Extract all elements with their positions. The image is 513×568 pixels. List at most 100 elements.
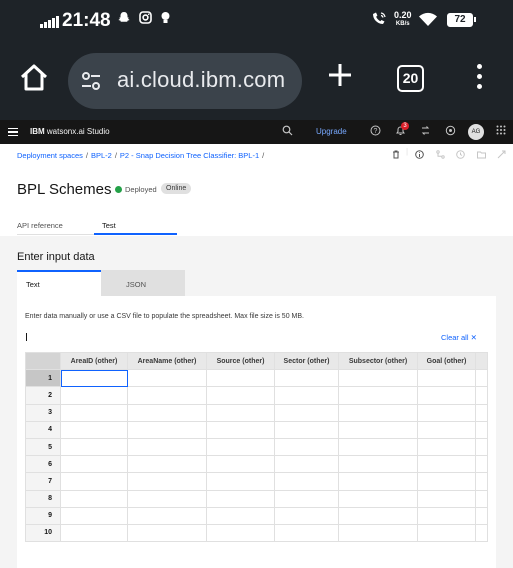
grid-cell[interactable] (338, 369, 418, 388)
grid-cell[interactable] (417, 403, 476, 422)
breadcrumb-space[interactable]: BPL-2 (91, 151, 112, 160)
grid-cell[interactable] (274, 369, 339, 388)
grid-cell[interactable] (338, 489, 418, 508)
grid-cell[interactable] (338, 386, 418, 405)
grid-cell[interactable] (60, 489, 128, 508)
grid-cell[interactable] (417, 420, 476, 439)
grid-cell[interactable] (206, 506, 275, 525)
column-header[interactable]: AreaID (other) (60, 351, 128, 371)
grid-cell[interactable] (475, 455, 488, 474)
grid-cell[interactable] (475, 472, 488, 491)
grid-cell[interactable] (127, 437, 207, 457)
row-number[interactable]: 10 (25, 523, 61, 543)
row-number[interactable]: 8 (25, 489, 61, 508)
row-number[interactable]: 7 (25, 472, 61, 491)
grid-cell[interactable] (274, 506, 339, 525)
user-avatar[interactable]: AG (468, 124, 484, 140)
grid-corner[interactable] (25, 351, 61, 371)
grid-cell[interactable] (417, 455, 476, 474)
column-header[interactable]: Sector (other) (274, 351, 339, 371)
column-header[interactable]: Subsector (other) (338, 351, 418, 371)
grid-cell[interactable] (475, 489, 488, 508)
grid-cell[interactable] (417, 523, 476, 543)
grid-cell[interactable] (127, 455, 207, 474)
grid-cell[interactable] (60, 506, 128, 525)
grid-cell[interactable] (338, 403, 418, 422)
row-number[interactable]: 6 (25, 455, 61, 474)
grid-cell[interactable] (338, 523, 418, 543)
grid-cell[interactable] (417, 437, 476, 457)
grid-cell[interactable] (475, 506, 488, 525)
grid-cell[interactable] (417, 386, 476, 405)
grid-cell[interactable] (417, 506, 476, 525)
tab-switcher-button[interactable]: 20 (397, 65, 424, 92)
row-number[interactable]: 1 (25, 369, 61, 388)
app-switcher-icon[interactable] (496, 125, 506, 138)
breadcrumb-deployment-spaces[interactable]: Deployment spaces (17, 151, 83, 160)
column-header[interactable]: Source (other) (206, 351, 275, 371)
column-header[interactable]: Goal (other) (417, 351, 476, 371)
delete-icon[interactable] (392, 150, 400, 161)
search-icon[interactable] (282, 125, 293, 139)
grid-cell[interactable] (274, 455, 339, 474)
grid-cell[interactable] (338, 420, 418, 439)
grid-cell[interactable] (475, 386, 488, 405)
grid-cell[interactable] (475, 437, 488, 457)
address-bar[interactable]: ai.cloud.ibm.com (68, 53, 302, 109)
grid-cell[interactable] (274, 523, 339, 543)
home-button[interactable] (18, 62, 52, 96)
row-number[interactable]: 3 (25, 403, 61, 422)
grid-cell[interactable] (338, 506, 418, 525)
new-tab-button[interactable] (327, 62, 353, 92)
grid-cell[interactable] (60, 403, 128, 422)
grid-cell[interactable] (417, 489, 476, 508)
grid-cell[interactable] (206, 472, 275, 491)
grid-cell[interactable] (338, 455, 418, 474)
grid-cell[interactable] (417, 472, 476, 491)
grid-cell[interactable] (274, 437, 339, 457)
grid-cell[interactable] (274, 403, 339, 422)
row-number[interactable]: 5 (25, 437, 61, 457)
grid-cell[interactable] (206, 386, 275, 405)
grid-cell[interactable] (127, 420, 207, 439)
grid-cell[interactable] (475, 369, 488, 388)
grid-cell[interactable] (274, 489, 339, 508)
column-header[interactable]: AreaName (other) (127, 351, 207, 371)
integrations-icon[interactable] (445, 125, 456, 139)
grid-cell[interactable] (60, 472, 128, 491)
grid-cell[interactable] (206, 437, 275, 457)
grid-cell[interactable] (206, 420, 275, 439)
clear-all-button[interactable]: Clear all ✕ (441, 333, 477, 342)
row-number[interactable]: 4 (25, 420, 61, 439)
info-icon[interactable] (415, 150, 424, 161)
grid-cell[interactable] (475, 420, 488, 439)
grid-cell[interactable] (475, 523, 488, 543)
tab-json[interactable]: JSON (101, 270, 185, 296)
grid-cell[interactable] (127, 489, 207, 508)
menu-icon[interactable] (8, 128, 18, 136)
app-brand[interactable]: IBM watsonx.ai Studio (30, 127, 110, 136)
row-number[interactable]: 9 (25, 506, 61, 525)
grid-cell[interactable] (60, 523, 128, 543)
grid-cell[interactable] (127, 472, 207, 491)
grid-cell[interactable] (338, 472, 418, 491)
grid-cell[interactable] (60, 420, 128, 439)
switch-account-icon[interactable] (420, 125, 431, 139)
browser-menu-button[interactable] (473, 64, 485, 94)
grid-cell[interactable] (127, 523, 207, 543)
grid-cell[interactable] (338, 437, 418, 457)
grid-cell[interactable] (206, 523, 275, 543)
grid-cell[interactable] (60, 455, 128, 474)
grid-cell[interactable] (127, 369, 207, 388)
grid-cell[interactable] (274, 386, 339, 405)
tab-test[interactable]: Test (102, 221, 116, 230)
grid-cell[interactable] (417, 369, 476, 388)
upgrade-link[interactable]: Upgrade (316, 127, 347, 136)
grid-cell[interactable] (274, 472, 339, 491)
grid-cell[interactable] (475, 403, 488, 422)
help-icon[interactable]: ? (370, 125, 381, 139)
grid-cell[interactable] (206, 455, 275, 474)
grid-cell[interactable] (60, 437, 128, 457)
breadcrumb-asset[interactable]: P2 - Snap Decision Tree Classifier: BPL-… (120, 151, 259, 160)
site-settings-icon[interactable] (80, 70, 102, 92)
